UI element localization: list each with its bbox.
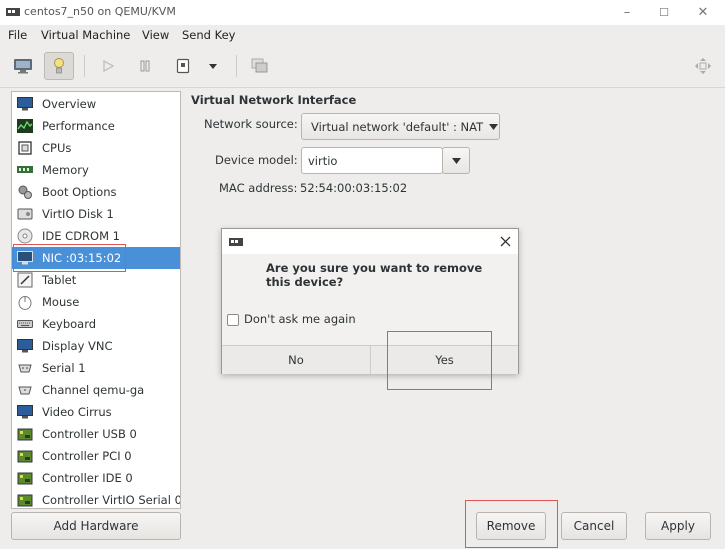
maximize-button[interactable]: ☐ bbox=[647, 0, 681, 25]
highlight-yes bbox=[387, 331, 492, 390]
dialog-message: Are you sure you want to remove this dev… bbox=[266, 261, 483, 289]
highlight-nic bbox=[13, 244, 126, 272]
app-icon bbox=[6, 8, 20, 16]
fullscreen-button[interactable] bbox=[688, 52, 718, 80]
minimize-button[interactable]: – bbox=[610, 0, 644, 25]
channel-icon bbox=[16, 382, 34, 398]
device-model-field[interactable]: virtio bbox=[301, 147, 443, 174]
shutdown-button[interactable] bbox=[168, 52, 198, 80]
toolbar bbox=[0, 45, 725, 88]
shutdown-menu-button[interactable] bbox=[198, 52, 228, 80]
cancel-button[interactable]: Cancel bbox=[561, 512, 627, 540]
menu-send-key[interactable]: Send Key bbox=[182, 28, 235, 42]
menu-bar: File Virtual Machine View Send Key bbox=[0, 25, 725, 45]
mouse-icon bbox=[16, 294, 34, 310]
sidebar-item-display-vnc[interactable]: Display VNC bbox=[12, 335, 180, 357]
network-source-label: Network source: bbox=[204, 117, 298, 131]
app-icon bbox=[229, 238, 243, 246]
dont-ask-checkbox[interactable] bbox=[227, 314, 239, 326]
fullscreen-icon bbox=[695, 58, 711, 74]
run-button[interactable] bbox=[93, 52, 123, 80]
controller-icon bbox=[16, 426, 34, 442]
window-title: centos7_n50 on QEMU/KVM bbox=[24, 5, 176, 18]
network-source-value: Virtual network 'default' : NAT bbox=[311, 119, 484, 134]
tablet-icon bbox=[16, 272, 34, 288]
menu-virtual-machine[interactable]: Virtual Machine bbox=[41, 28, 130, 42]
menu-file[interactable]: File bbox=[8, 28, 27, 42]
overview-icon bbox=[16, 96, 34, 112]
sidebar-item-virtio-disk-1[interactable]: VirtIO Disk 1 bbox=[12, 203, 180, 225]
hardware-list[interactable]: Overview Performance CPUs Memory Boot Op… bbox=[11, 91, 181, 509]
sidebar-item-cpus[interactable]: CPUs bbox=[12, 137, 180, 159]
close-icon[interactable] bbox=[500, 236, 511, 247]
toolbar-separator bbox=[236, 55, 237, 77]
shutdown-icon bbox=[176, 58, 190, 74]
dialog-title-bar bbox=[222, 229, 518, 254]
mac-address-value: 52:54:00:03:15:02 bbox=[300, 181, 408, 195]
sidebar-item-performance[interactable]: Performance bbox=[12, 115, 180, 137]
boot-options-icon bbox=[16, 184, 34, 200]
title-bar: centos7_n50 on QEMU/KVM – ☐ ✕ bbox=[0, 0, 725, 25]
sidebar-item-boot-options[interactable]: Boot Options bbox=[12, 181, 180, 203]
sidebar-item-overview[interactable]: Overview bbox=[12, 93, 180, 115]
memory-icon bbox=[16, 162, 34, 178]
disk-icon bbox=[16, 206, 34, 222]
sidebar-item-controller-ide-0[interactable]: Controller IDE 0 bbox=[12, 467, 180, 489]
sidebar-item-video-cirrus[interactable]: Video Cirrus bbox=[12, 401, 180, 423]
snapshot-button[interactable] bbox=[245, 52, 275, 80]
device-model-label: Device model: bbox=[215, 153, 298, 167]
highlight-remove bbox=[465, 500, 558, 548]
menu-view[interactable]: View bbox=[142, 28, 169, 42]
sidebar-item-mouse[interactable]: Mouse bbox=[12, 291, 180, 313]
sidebar-item-keyboard[interactable]: Keyboard bbox=[12, 313, 180, 335]
controller-icon bbox=[16, 492, 34, 508]
snapshot-icon bbox=[251, 58, 268, 73]
details-icon bbox=[54, 58, 64, 74]
section-heading: Virtual Network Interface bbox=[191, 93, 357, 107]
sidebar-item-controller-pci-0[interactable]: Controller PCI 0 bbox=[12, 445, 180, 467]
sidebar-item-controller-usb-0[interactable]: Controller USB 0 bbox=[12, 423, 180, 445]
details-button[interactable] bbox=[44, 52, 74, 80]
cpu-icon bbox=[16, 140, 34, 156]
toolbar-separator bbox=[84, 55, 85, 77]
add-hardware-button[interactable]: Add Hardware bbox=[11, 512, 181, 540]
sidebar-item-channel-qemu-ga[interactable]: Channel qemu-ga bbox=[12, 379, 180, 401]
chevron-down-icon bbox=[451, 157, 461, 164]
mac-address-label: MAC address: bbox=[219, 181, 298, 195]
run-icon bbox=[103, 59, 115, 73]
sidebar-item-controller-virtio-serial-0[interactable]: Controller VirtIO Serial 0 bbox=[12, 489, 180, 508]
device-model-dropdown[interactable] bbox=[442, 147, 470, 174]
device-model-value: virtio bbox=[308, 153, 338, 168]
serial-icon bbox=[16, 360, 34, 376]
network-source-combo[interactable]: Virtual network 'default' : NAT bbox=[301, 113, 500, 140]
sidebar-item-tablet[interactable]: Tablet bbox=[12, 269, 180, 291]
console-icon bbox=[14, 59, 32, 74]
performance-icon bbox=[16, 118, 34, 134]
controller-icon bbox=[16, 470, 34, 486]
chevron-down-icon bbox=[209, 64, 217, 69]
close-button[interactable]: ✕ bbox=[686, 0, 720, 25]
sidebar-item-serial-1[interactable]: Serial 1 bbox=[12, 357, 180, 379]
no-button[interactable]: No bbox=[222, 346, 371, 374]
pause-icon bbox=[140, 60, 150, 72]
pause-button[interactable] bbox=[130, 52, 160, 80]
controller-icon bbox=[16, 448, 34, 464]
chevron-down-icon bbox=[489, 123, 499, 130]
dont-ask-label[interactable]: Don't ask me again bbox=[244, 312, 356, 326]
sidebar-item-memory[interactable]: Memory bbox=[12, 159, 180, 181]
cdrom-icon bbox=[16, 228, 34, 244]
display-icon bbox=[16, 338, 34, 354]
video-icon bbox=[16, 404, 34, 420]
apply-button[interactable]: Apply bbox=[645, 512, 711, 540]
console-button[interactable] bbox=[8, 52, 38, 80]
keyboard-icon bbox=[16, 316, 34, 332]
